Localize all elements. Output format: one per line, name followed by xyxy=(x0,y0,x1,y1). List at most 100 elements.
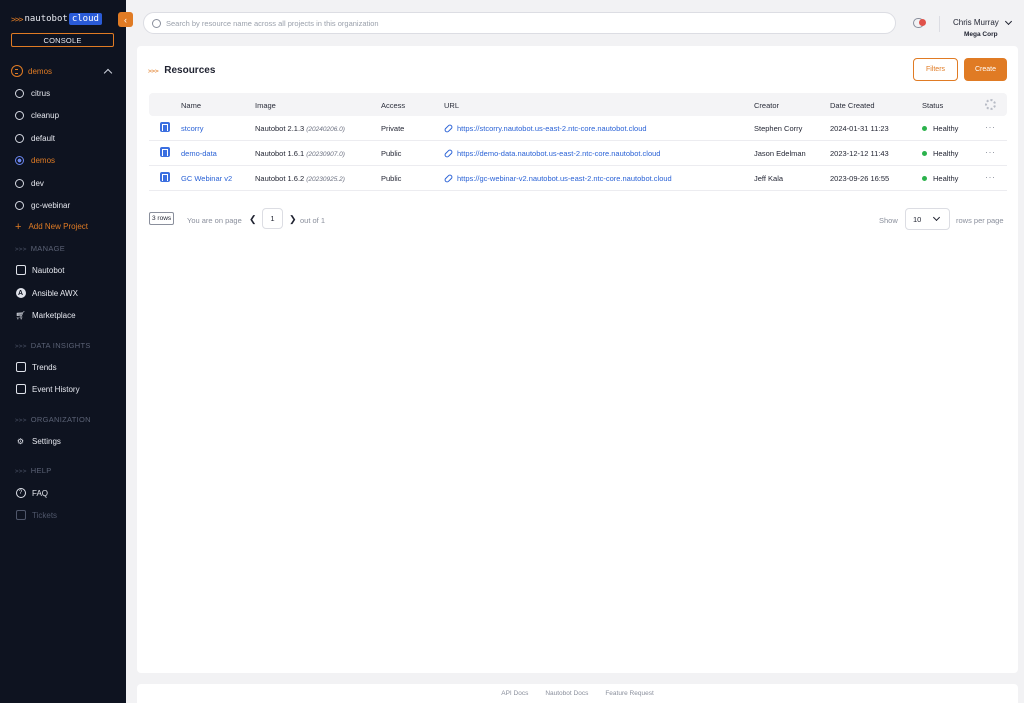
add-new-project-button[interactable]: + Add New Project xyxy=(15,221,88,232)
table-header: Name Image Access URL Creator Date Creat… xyxy=(149,93,1007,116)
chevron-up-icon[interactable] xyxy=(103,68,113,77)
notification-badge xyxy=(919,19,926,26)
nav-item-tickets: Tickets xyxy=(15,509,57,521)
status-badge: Healthy xyxy=(922,149,958,158)
access-cell: Private xyxy=(381,124,405,133)
brand-cloud: cloud xyxy=(68,13,102,25)
notifications-button[interactable] xyxy=(913,18,927,29)
status-dot-icon xyxy=(922,125,927,131)
url-link[interactable]: https://stcorry.nautobot.us-east-2.ntc-c… xyxy=(443,123,647,133)
footer: API Docs Nautobot Docs Feature Request xyxy=(137,684,1018,703)
section-label-data-insights: >>> DATA INSIGHTS xyxy=(15,341,91,350)
table-row[interactable]: stcorry Nautobot 2.1.3 (20240206.0) Priva… xyxy=(149,116,1007,141)
create-button[interactable]: Create xyxy=(964,58,1007,81)
project-label: dev xyxy=(31,178,44,188)
table-row[interactable]: GC Webinar v2 Nautobot 1.6.2 (20230925.2)… xyxy=(149,166,1007,191)
footer-link-nautobot-docs[interactable]: Nautobot Docs xyxy=(545,690,588,697)
search-bar[interactable] xyxy=(143,12,896,34)
search-input[interactable] xyxy=(166,18,866,28)
more-actions-icon[interactable]: ··· xyxy=(985,172,996,182)
question-icon: ? xyxy=(15,488,26,499)
filters-button[interactable]: Filters xyxy=(913,58,958,81)
nav-item-settings[interactable]: ⚙ Settings xyxy=(15,435,61,447)
nav-label: Settings xyxy=(32,436,61,446)
page-number-input[interactable]: 1 xyxy=(262,208,283,229)
footer-link-api-docs[interactable]: API Docs xyxy=(501,690,528,697)
link-icon xyxy=(443,123,454,133)
resource-name-link[interactable]: GC Webinar v2 xyxy=(181,174,232,183)
resources-table: Name Image Access URL Creator Date Creat… xyxy=(149,93,1007,191)
history-icon xyxy=(15,384,26,395)
section-label-organization: >>> ORGANIZATION xyxy=(15,415,91,424)
radio-icon xyxy=(15,110,24,120)
project-item-citrus[interactable]: citrus xyxy=(15,87,50,99)
url-link[interactable]: https://gc-webinar-v2.nautobot.us-east-2… xyxy=(443,173,672,183)
col-header-url[interactable]: URL xyxy=(444,101,459,110)
resource-name-link[interactable]: demo-data xyxy=(181,149,217,158)
nav-item-event-history[interactable]: Event History xyxy=(15,383,80,395)
nav-label: Trends xyxy=(32,362,57,372)
radio-icon xyxy=(15,133,24,143)
project-icon xyxy=(11,65,23,77)
page-title: >>> Resources xyxy=(148,65,215,76)
project-item-dev[interactable]: dev xyxy=(15,177,44,189)
title-chevrons: >>> xyxy=(148,66,159,75)
rows-per-page-value: 10 xyxy=(913,214,922,224)
divider xyxy=(939,16,940,32)
column-settings-icon[interactable] xyxy=(985,99,996,110)
trends-icon xyxy=(15,362,26,373)
more-actions-icon[interactable]: ··· xyxy=(985,122,996,132)
brand-chevrons: >>> xyxy=(11,14,23,24)
next-page-button[interactable]: ❯ xyxy=(289,214,297,225)
section-chevrons: >>> xyxy=(15,343,27,350)
image-cell: Nautobot 1.6.2 (20230925.2) xyxy=(255,174,345,183)
more-actions-icon[interactable]: ··· xyxy=(985,147,996,157)
section-text: ORGANIZATION xyxy=(30,415,91,424)
ansible-icon: A xyxy=(15,288,26,299)
collapse-sidebar-button[interactable]: ‹ xyxy=(118,12,133,27)
col-header-creator[interactable]: Creator xyxy=(754,101,779,110)
nav-label: Ansible AWX xyxy=(32,288,78,298)
nav-item-trends[interactable]: Trends xyxy=(15,361,57,373)
sidebar: >>> nautobot cloud CONSOLE demos citrus … xyxy=(0,0,126,703)
col-header-image[interactable]: Image xyxy=(255,101,276,110)
radio-selected-icon xyxy=(15,155,24,165)
url-link[interactable]: https://demo-data.nautobot.us-east-2.ntc… xyxy=(443,148,660,158)
col-header-name[interactable]: Name xyxy=(181,101,201,110)
status-badge: Healthy xyxy=(922,174,958,183)
org-name: Mega Corp xyxy=(964,31,998,38)
nautobot-icon xyxy=(160,147,170,157)
col-header-access[interactable]: Access xyxy=(381,101,405,110)
cart-icon: 🛒︎ xyxy=(15,310,26,320)
nav-item-ansible-awx[interactable]: A Ansible AWX xyxy=(15,287,78,299)
project-item-default[interactable]: default xyxy=(15,132,55,144)
radio-icon xyxy=(15,200,24,210)
project-label: citrus xyxy=(31,88,51,98)
brand-logo[interactable]: >>> nautobot cloud xyxy=(11,12,102,26)
pagination: 3 rows You are on page ❮ 1 ❯ out of 1 Sh… xyxy=(149,208,1007,230)
section-chevrons: >>> xyxy=(15,417,27,424)
nav-item-nautobot[interactable]: Nautobot xyxy=(15,264,64,276)
project-item-cleanup[interactable]: cleanup xyxy=(15,109,59,121)
col-header-date-created[interactable]: Date Created xyxy=(830,101,875,110)
section-label-help: >>> HELP xyxy=(15,466,52,475)
rows-per-page-select[interactable]: 10 xyxy=(905,208,950,230)
col-header-status[interactable]: Status xyxy=(922,101,943,110)
project-item-gc-webinar[interactable]: gc-webinar xyxy=(15,199,70,211)
resource-name-link[interactable]: stcorry xyxy=(181,124,204,133)
section-label-manage: >>> MANAGE xyxy=(15,244,65,253)
table-row[interactable]: demo-data Nautobot 1.6.1 (20230907.0) Pub… xyxy=(149,141,1007,166)
user-menu[interactable]: Chris Murray Mega Corp xyxy=(953,17,1013,38)
ticket-icon xyxy=(15,510,26,521)
nav-item-marketplace[interactable]: 🛒︎ Marketplace xyxy=(15,309,75,321)
date-cell: 2024-01-31 11:23 xyxy=(830,124,889,133)
console-button[interactable]: CONSOLE xyxy=(11,33,114,47)
project-item-demos[interactable]: demos xyxy=(15,154,55,166)
section-text: DATA INSIGHTS xyxy=(30,341,91,350)
prev-page-button[interactable]: ❮ xyxy=(249,214,257,225)
footer-link-feature-request[interactable]: Feature Request xyxy=(605,690,653,697)
nav-label: FAQ xyxy=(32,488,49,498)
nav-item-faq[interactable]: ? FAQ xyxy=(15,487,48,499)
access-cell: Public xyxy=(381,174,402,183)
project-selector[interactable]: demos xyxy=(11,64,115,78)
